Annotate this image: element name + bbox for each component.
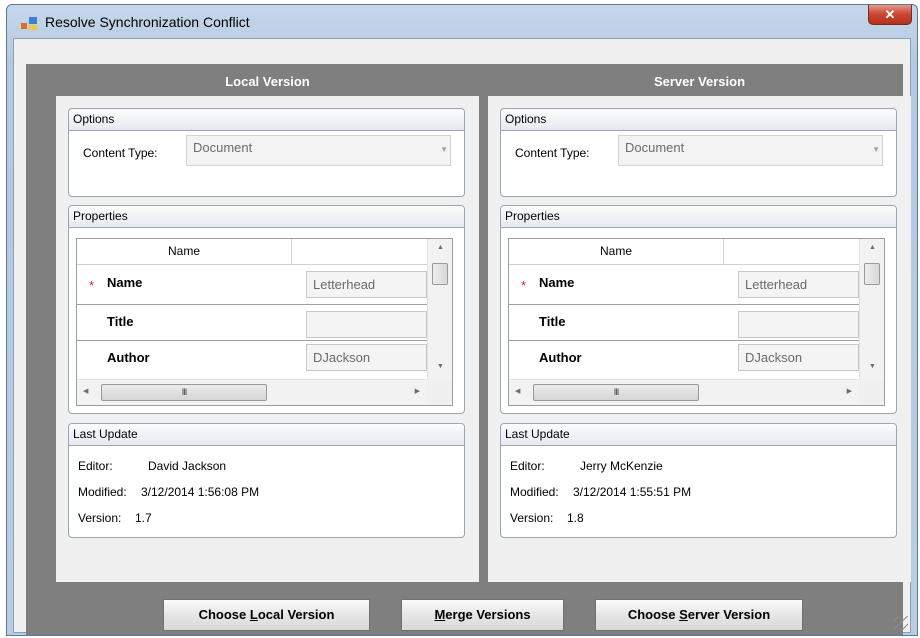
chevron-down-icon: ▼ [440, 145, 448, 154]
local-last-update-group: Last Update Editor: David Jackson Modifi… [68, 423, 465, 538]
property-value-field[interactable] [738, 311, 859, 338]
mnemonic-key: M [434, 607, 446, 622]
scroll-up-icon[interactable]: ▲ [437, 244, 444, 251]
button-label: Choose [627, 607, 680, 622]
grid-header: Name [509, 239, 860, 265]
local-properties-title: Properties [69, 206, 464, 228]
editor-label: Editor: [78, 459, 113, 473]
scroll-down-icon[interactable]: ▼ [437, 363, 444, 370]
property-label: Author [107, 350, 150, 365]
scroll-thumb[interactable] [864, 263, 880, 285]
editor-label: Editor: [510, 459, 545, 473]
local-options-group: Options Content Type: Document ▼ [68, 108, 465, 197]
modified-label: Modified: [78, 485, 127, 499]
server-last-update-group: Last Update Editor: Jerry McKenzie Modif… [500, 423, 897, 538]
local-last-update-title: Last Update [69, 424, 464, 446]
server-properties-group: Properties Name * Name Letterhead Title [500, 205, 897, 414]
required-icon: * [89, 278, 95, 293]
choose-local-version-button[interactable]: Choose Local Version [163, 599, 370, 631]
horizontal-scrollbar[interactable]: ◀ III ▶ [77, 379, 428, 405]
server-version-panel: Options Content Type: Document ▼ Propert… [488, 96, 911, 582]
column-header-name[interactable]: Name [509, 239, 724, 265]
property-value-field[interactable]: Letterhead [738, 271, 859, 298]
table-row[interactable]: Title [77, 305, 428, 341]
scroll-left-icon[interactable]: ◀ [515, 387, 520, 395]
local-properties-group: Properties Name * Name Letterhead Title [68, 205, 465, 414]
property-label: Title [107, 314, 134, 329]
merge-versions-button[interactable]: Merge Versions [401, 599, 564, 631]
property-value-field[interactable]: DJackson [738, 344, 859, 371]
editor-value: Jerry McKenzie [580, 459, 663, 473]
scroll-down-icon[interactable]: ▼ [869, 363, 876, 370]
close-icon: ✕ [884, 7, 896, 22]
app-window-icon [21, 17, 37, 30]
button-label: erge Versions [445, 607, 531, 622]
property-label: Title [539, 314, 566, 329]
local-content-type-value: Document [193, 140, 253, 155]
version-label: Version: [78, 511, 122, 525]
table-row[interactable]: * Name Letterhead [77, 265, 428, 305]
column-header-name[interactable]: Name [77, 239, 292, 265]
server-properties-grid: Name * Name Letterhead Title Author DJac… [508, 238, 885, 406]
server-content-type-select[interactable]: Document ▼ [618, 135, 883, 166]
property-value-field[interactable] [306, 311, 427, 338]
dialog-window: Resolve Synchronization Conflict ✕ Local… [6, 4, 918, 636]
vertical-scrollbar[interactable]: ▲ ▼ [859, 239, 884, 379]
modified-label: Modified: [510, 485, 559, 499]
dialog-client-area: Local Version Options Content Type: Docu… [13, 38, 911, 635]
server-content-type-value: Document [625, 140, 685, 155]
scroll-right-icon[interactable]: ▶ [415, 387, 420, 395]
version-value: 1.8 [567, 511, 584, 525]
button-label: ocal Version [257, 607, 335, 622]
server-last-update-title: Last Update [501, 424, 896, 446]
window-title: Resolve Synchronization Conflict [45, 14, 250, 30]
local-version-panel: Options Content Type: Document ▼ Propert… [56, 96, 479, 582]
table-row[interactable]: Author DJackson [509, 341, 860, 375]
local-properties-grid: Name * Name Letterhead Title Author DJac… [76, 238, 453, 406]
button-label: Choose [198, 607, 250, 622]
grid-header: Name [77, 239, 428, 265]
scroll-thumb[interactable]: III [533, 384, 699, 401]
server-content-type-label: Content Type: [515, 146, 590, 160]
scroll-corner [859, 379, 884, 405]
property-value-field[interactable]: Letterhead [306, 271, 427, 298]
table-row[interactable]: * Name Letterhead [509, 265, 860, 305]
server-options-title: Options [501, 109, 896, 131]
scroll-up-icon[interactable]: ▲ [869, 244, 876, 251]
resize-grip[interactable] [894, 616, 908, 630]
version-label: Version: [510, 511, 554, 525]
modified-value: 3/12/2014 1:55:51 PM [573, 485, 692, 499]
version-value: 1.7 [135, 511, 152, 525]
chevron-down-icon: ▼ [872, 145, 880, 154]
local-options-title: Options [69, 109, 464, 131]
required-icon: * [521, 278, 527, 293]
scroll-right-icon[interactable]: ▶ [847, 387, 852, 395]
server-properties-title: Properties [501, 206, 896, 228]
local-content-type-select[interactable]: Document ▼ [186, 135, 451, 166]
table-row[interactable]: Title [509, 305, 860, 341]
close-button[interactable]: ✕ [868, 5, 912, 25]
editor-value: David Jackson [148, 459, 227, 473]
server-options-group: Options Content Type: Document ▼ [500, 108, 897, 197]
button-label: erver Version [687, 607, 771, 622]
scroll-corner [427, 379, 452, 405]
mnemonic-key: L [249, 607, 258, 622]
scroll-thumb[interactable]: III [101, 384, 267, 401]
property-label: Author [539, 350, 582, 365]
property-label: Name [107, 275, 143, 290]
scroll-left-icon[interactable]: ◀ [83, 387, 88, 395]
versions-container: Local Version Options Content Type: Docu… [26, 64, 911, 635]
vertical-scrollbar[interactable]: ▲ ▼ [427, 239, 452, 379]
choose-server-version-button[interactable]: Choose Server Version [595, 599, 803, 631]
property-value-field[interactable]: DJackson [306, 344, 427, 371]
table-row[interactable]: Author DJackson [77, 341, 428, 375]
title-bar[interactable]: Resolve Synchronization Conflict ✕ [7, 5, 917, 39]
modified-value: 3/12/2014 1:56:08 PM [141, 485, 260, 499]
horizontal-scrollbar[interactable]: ◀ III ▶ [509, 379, 860, 405]
property-label: Name [539, 275, 575, 290]
mnemonic-key: S [679, 607, 688, 622]
scroll-thumb[interactable] [432, 263, 448, 285]
local-content-type-label: Content Type: [83, 146, 158, 160]
